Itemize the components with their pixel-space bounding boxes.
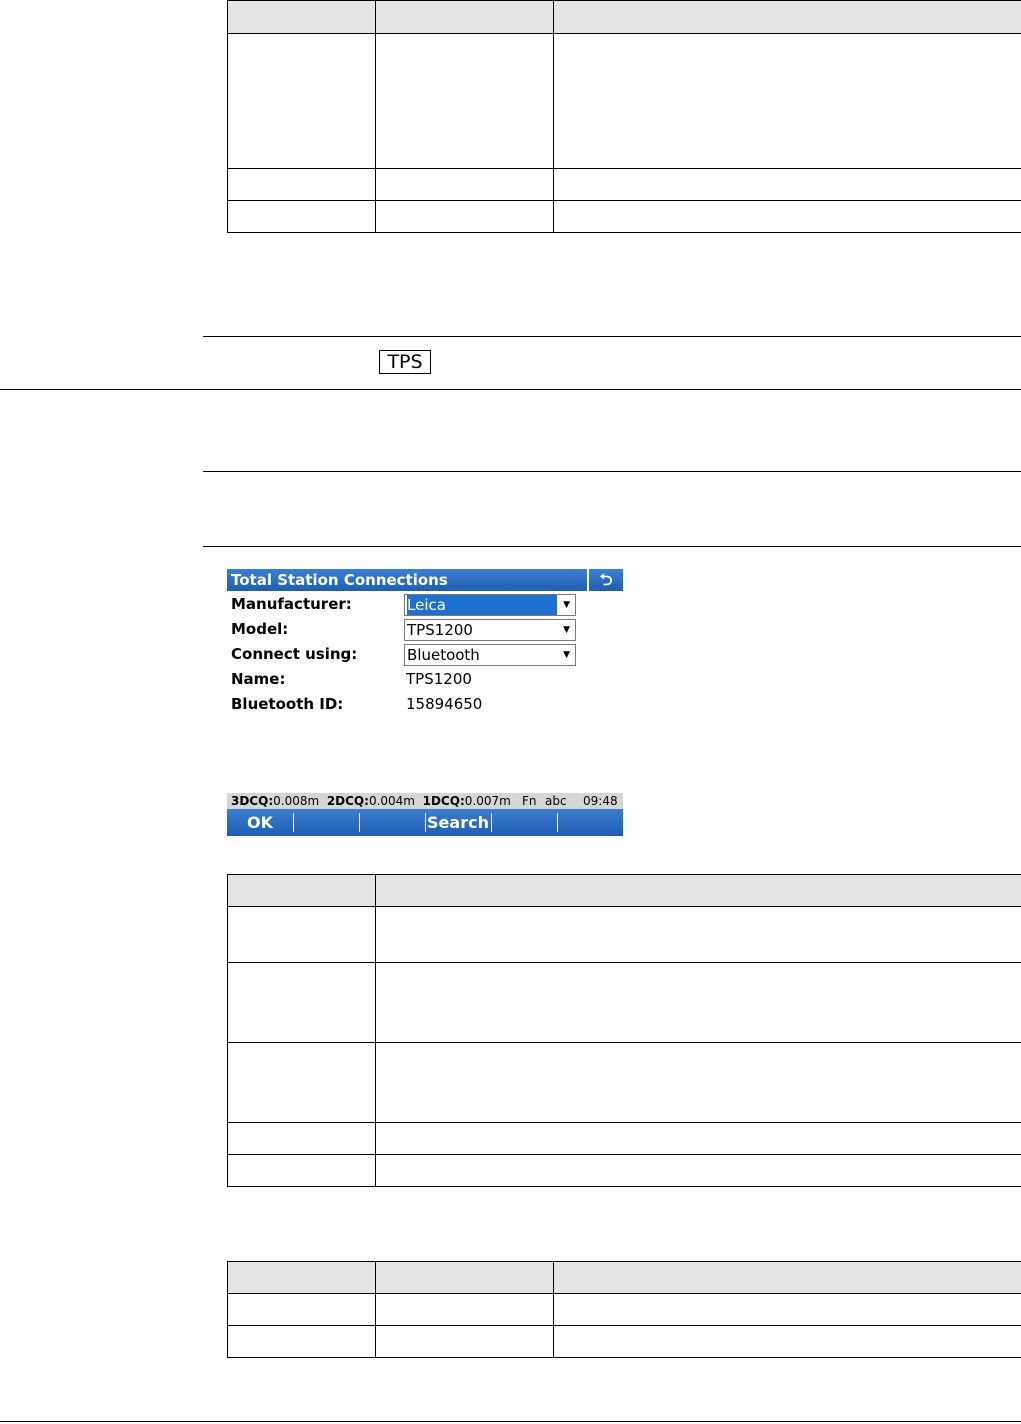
table-cell xyxy=(553,200,1021,233)
empty-softkey[interactable] xyxy=(359,809,425,836)
table-cell xyxy=(375,906,1021,963)
empty-softkey[interactable] xyxy=(293,809,359,836)
model-select[interactable]: TPS1200 ▼ xyxy=(404,619,576,641)
q3-value: 0.008m xyxy=(273,794,320,808)
table-header-cell xyxy=(375,874,1021,907)
table-cell xyxy=(227,1293,376,1326)
chapter-rule xyxy=(0,389,1021,390)
table-cell xyxy=(375,1325,554,1358)
bluetooth-id-value: 15894650 xyxy=(406,695,483,713)
table-cell xyxy=(375,33,554,169)
table-header-cell xyxy=(227,1261,376,1294)
softkey-bar: OK Search xyxy=(227,809,623,836)
top-table xyxy=(227,0,1021,233)
table-cell xyxy=(553,1293,1021,1326)
dropdown-arrow-icon: ▼ xyxy=(563,650,570,660)
manufacturer-label: Manufacturer: xyxy=(231,595,352,613)
fn-indicator: Fn xyxy=(522,794,537,808)
table-cell xyxy=(375,1122,1021,1155)
screen-title: Total Station Connections xyxy=(231,571,448,589)
table-cell xyxy=(375,168,554,201)
table-cell xyxy=(553,1325,1021,1358)
model-value: TPS1200 xyxy=(407,621,473,639)
empty-softkey[interactable] xyxy=(557,809,623,836)
section-rule xyxy=(203,471,1021,472)
input-mode-indicator: abc xyxy=(545,794,567,808)
manufacturer-value: Leica xyxy=(407,595,557,615)
table-cell xyxy=(375,1042,1021,1123)
bottom-table xyxy=(227,1261,1021,1358)
table-cell xyxy=(227,962,376,1043)
footer-rule xyxy=(0,1421,1021,1422)
section-rule xyxy=(203,546,1021,547)
table-cell xyxy=(375,200,554,233)
name-row: Name: TPS1200 xyxy=(227,668,623,693)
dropdown-arrow-icon: ▼ xyxy=(563,625,570,635)
table-header-cell xyxy=(375,0,554,34)
bluetooth-id-row: Bluetooth ID: 15894650 xyxy=(227,693,623,718)
undo-arrow-icon[interactable]: ⮌ xyxy=(587,569,623,591)
table-cell xyxy=(227,906,376,963)
table-cell xyxy=(227,168,376,201)
table-cell xyxy=(227,1154,376,1187)
table-header-cell xyxy=(227,0,376,34)
connect-using-row: Connect using: Bluetooth ▼ xyxy=(227,643,623,668)
tps-key-button: TPS xyxy=(379,350,431,374)
table-cell xyxy=(375,1293,554,1326)
bluetooth-id-label: Bluetooth ID: xyxy=(231,695,344,713)
status-bar: 3DCQ:0.008m 2DCQ:0.004m 1DCQ:0.007m Fn a… xyxy=(227,793,623,809)
connect-using-value: Bluetooth xyxy=(407,646,480,664)
table-cell xyxy=(375,962,1021,1043)
name-label: Name: xyxy=(231,670,286,688)
dropdown-arrow-icon: ▼ xyxy=(563,600,570,610)
model-row: Model: TPS1200 ▼ xyxy=(227,618,623,643)
table-cell xyxy=(227,1325,376,1358)
name-value: TPS1200 xyxy=(406,670,472,688)
device-screen: Total Station Connections ⮌ Manufacturer… xyxy=(227,569,623,718)
table-header-cell xyxy=(553,1261,1021,1294)
table-cell xyxy=(227,1042,376,1123)
empty-softkey[interactable] xyxy=(491,809,557,836)
search-softkey[interactable]: Search xyxy=(425,809,491,836)
middle-table xyxy=(227,874,1021,1187)
table-header-cell xyxy=(227,874,376,907)
ok-softkey[interactable]: OK xyxy=(227,809,293,836)
q1-value: 0.007m xyxy=(464,794,511,808)
table-cell xyxy=(227,200,376,233)
q2-value: 0.004m xyxy=(368,794,415,808)
manufacturer-row: Manufacturer: Leica ▼ xyxy=(227,593,623,618)
connect-using-label: Connect using: xyxy=(231,645,358,663)
table-cell xyxy=(227,1122,376,1155)
table-cell xyxy=(375,1154,1021,1187)
q1-label: 1DCQ: xyxy=(422,794,465,808)
q2-label: 2DCQ: xyxy=(326,794,369,808)
model-label: Model: xyxy=(231,620,289,638)
clock: 09:48 xyxy=(583,794,618,808)
manufacturer-select[interactable]: Leica ▼ xyxy=(404,594,576,616)
table-header-cell xyxy=(375,1261,554,1294)
table-header-cell xyxy=(553,0,1021,34)
q3-label: 3DCQ: xyxy=(231,794,274,808)
connect-using-select[interactable]: Bluetooth ▼ xyxy=(404,644,576,666)
table-cell xyxy=(553,168,1021,201)
screen-title-bar: Total Station Connections ⮌ xyxy=(227,569,623,591)
table-cell xyxy=(227,33,376,169)
table-cell xyxy=(553,33,1021,169)
section-rule xyxy=(203,336,1021,337)
